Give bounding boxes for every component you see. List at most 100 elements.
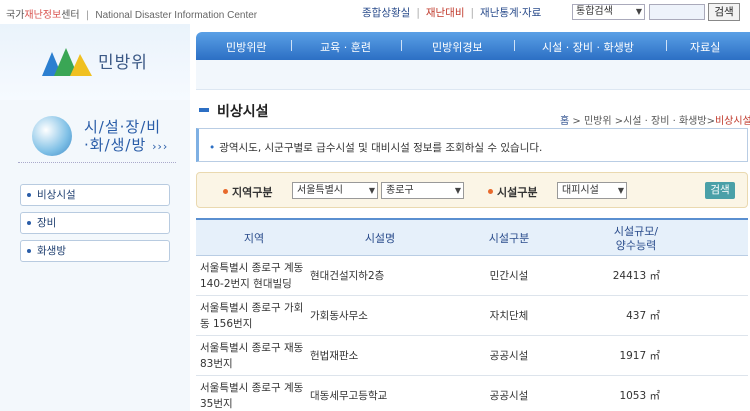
bullet-icon: • bbox=[209, 142, 216, 154]
bullet-icon bbox=[27, 193, 31, 197]
chevron-right-icon: ››› bbox=[152, 140, 169, 153]
cell-region: 서울특별시 종로구 계동 140-2번지 현대빌딩 bbox=[200, 262, 304, 290]
cell-region: 서울특별시 종로구 가회동 156번지 bbox=[200, 302, 304, 330]
side-menu-label: 장비 bbox=[37, 217, 57, 229]
top-bar: 국가재난정보센터 | National Disaster Information… bbox=[0, 0, 750, 24]
breadcrumb: 홈 > 민방위 >시설 · 장비 · 화생방>비상시설 bbox=[560, 112, 750, 127]
main-nav: 민방위란 교육 · 훈련 민방위경보 시설 · 장비 · 화생방 자료실 bbox=[196, 32, 750, 60]
search-input[interactable] bbox=[649, 4, 705, 20]
bullet-icon bbox=[27, 249, 31, 253]
column-header-region: 지역 bbox=[243, 232, 265, 245]
region-district-value: 종로구 bbox=[386, 185, 414, 196]
site-name-separator: | bbox=[85, 10, 90, 21]
side-menu-item-shelters[interactable]: 비상시설 bbox=[20, 184, 170, 206]
nav-divider bbox=[514, 40, 515, 51]
cell-region: 서울특별시 종로구 계동 35번지 bbox=[200, 382, 304, 410]
nav-divider bbox=[291, 40, 292, 51]
site-name-pre: 국가 bbox=[6, 10, 25, 21]
nav-item-alarm[interactable]: 민방위경보 bbox=[432, 39, 483, 55]
site-name-post: 센터 bbox=[61, 10, 80, 21]
bullet-icon bbox=[488, 189, 493, 194]
sub-nav bbox=[196, 60, 750, 90]
table-row[interactable]: 서울특별시 종로구 계동 35번지 대동세무고등학교 공공시설 1053 ㎡ bbox=[196, 376, 748, 411]
cell-name: 대동세무고등학교 bbox=[310, 390, 388, 402]
civil-defense-logo-icon[interactable] bbox=[42, 48, 92, 76]
info-box: • 광역시도, 시군구별로 급수시설 및 대비시설 정보를 조회하실 수 있습니다… bbox=[196, 128, 748, 162]
breadcrumb-path: > 민방위 >시설 · 장비 · 화생방> bbox=[569, 116, 715, 127]
cell-name: 헌법재판소 bbox=[310, 350, 359, 362]
nav-item-training[interactable]: 교육 · 훈련 bbox=[320, 39, 371, 55]
cell-size: 1917 ㎡ bbox=[619, 350, 660, 362]
logo-text: 민방위 bbox=[98, 53, 148, 73]
info-message: 광역시도, 시군구별로 급수시설 및 대비시설 정보를 조회하실 수 있습니다. bbox=[219, 142, 543, 154]
top-link-separator: | bbox=[416, 7, 420, 19]
cell-type: 공공시설 bbox=[489, 390, 529, 402]
cell-size: 24413 ㎡ bbox=[612, 270, 660, 282]
logo-area: 민방위 bbox=[0, 24, 190, 100]
top-link-statistics[interactable]: 재난통계·자료 bbox=[480, 7, 541, 19]
search-filter: 지역구분 서울특별시 ▼ 종로구 ▼ 시설구분 대피시설 ▼ 검색 bbox=[196, 172, 748, 208]
region-province-select[interactable]: 서울특별시 ▼ bbox=[292, 182, 378, 199]
search-scope-select[interactable]: 통합검색 ▼ bbox=[572, 4, 645, 20]
top-link-preparedness[interactable]: 재난대비 bbox=[426, 7, 465, 19]
page-title: 비상시설 bbox=[217, 104, 269, 120]
cell-region: 서울특별시 종로구 재동 83번지 bbox=[200, 342, 304, 370]
cell-name: 가회동사무소 bbox=[310, 310, 368, 322]
table-header: 지역 시설명 시설구분 시설규모/ 양수능력 bbox=[196, 218, 748, 256]
table-row[interactable]: 서울특별시 종로구 계동 140-2번지 현대빌딩 현대건설지하2층 민간시설 … bbox=[196, 256, 748, 296]
facility-type-select[interactable]: 대피시설 ▼ bbox=[557, 182, 627, 199]
cell-size: 437 ㎡ bbox=[626, 310, 660, 322]
nav-divider bbox=[401, 40, 402, 51]
column-header-type: 시설구분 bbox=[488, 232, 530, 245]
banner-divider bbox=[18, 162, 176, 164]
search-scope-value: 통합검색 bbox=[576, 6, 613, 17]
chevron-down-icon: ▼ bbox=[635, 7, 642, 16]
top-links: 종합상황실 | 재난대비 | 재난통계·자료 bbox=[362, 5, 541, 20]
bullet-icon bbox=[27, 221, 31, 225]
info-text: • 광역시도, 시군구별로 급수시설 및 대비시설 정보를 조회하실 수 있습니다… bbox=[209, 140, 542, 155]
region-label: 지역구분 bbox=[223, 184, 272, 200]
side-menu-label: 화생방 bbox=[37, 245, 66, 257]
facility-label: 시설구분 bbox=[488, 184, 537, 200]
top-link-situation-room[interactable]: 종합상황실 bbox=[362, 7, 410, 19]
nav-divider bbox=[666, 40, 667, 51]
bullet-icon bbox=[223, 189, 228, 194]
section-banner-title: 시/설·장/비 ·화/생/방 ››› bbox=[84, 118, 168, 156]
table-row[interactable]: 서울특별시 종로구 가회동 156번지 가회동사무소 자치단체 437 ㎡ bbox=[196, 296, 748, 336]
facility-label-text: 시설구분 bbox=[497, 186, 538, 199]
cell-size: 1053 ㎡ bbox=[619, 390, 660, 402]
title-marker bbox=[199, 108, 209, 112]
section-banner: 시/설·장/비 ·화/생/방 ››› bbox=[14, 110, 178, 176]
column-header-size: 시설규모/ 양수능력 bbox=[613, 225, 659, 252]
nav-item-about[interactable]: 민방위란 bbox=[226, 39, 266, 55]
cell-type: 공공시설 bbox=[489, 350, 529, 362]
chevron-down-icon: ▼ bbox=[368, 186, 375, 195]
site-name-accent: 재난정보 bbox=[24, 10, 62, 21]
banner-line1: 시/설·장/비 bbox=[84, 118, 162, 136]
search-button[interactable]: 검색 bbox=[708, 3, 740, 21]
site-name[interactable]: 국가재난정보센터 | National Disaster Information… bbox=[6, 6, 257, 21]
cell-name: 현대건설지하2층 bbox=[310, 270, 385, 282]
nav-item-archive[interactable]: 자료실 bbox=[690, 39, 720, 55]
cell-type: 민간시설 bbox=[489, 270, 529, 282]
site-name-english: National Disaster Information Center bbox=[95, 10, 258, 21]
region-district-select[interactable]: 종로구 ▼ bbox=[381, 182, 464, 199]
chevron-down-icon: ▼ bbox=[454, 186, 461, 195]
top-link-separator: | bbox=[470, 7, 475, 19]
sidebar: 민방위 시/설·장/비 ·화/생/방 ››› 비상시설 장비 화생방 bbox=[0, 24, 190, 411]
side-menu: 비상시설 장비 화생방 bbox=[20, 184, 170, 268]
breadcrumb-home[interactable]: 홈 bbox=[560, 116, 569, 127]
filter-search-button[interactable]: 검색 bbox=[705, 182, 735, 199]
column-header-name: 시설명 bbox=[364, 232, 396, 245]
side-menu-item-cbr[interactable]: 화생방 bbox=[20, 240, 170, 262]
region-province-value: 서울특별시 bbox=[297, 185, 343, 196]
facility-table: 지역 시설명 시설구분 시설규모/ 양수능력 서울특별시 종로구 계동 140-… bbox=[196, 218, 748, 411]
side-menu-label: 비상시설 bbox=[37, 189, 76, 201]
cell-type: 자치단체 bbox=[489, 310, 529, 322]
banner-line2: ·화/생/방 bbox=[84, 136, 147, 154]
nav-item-facilities[interactable]: 시설 · 장비 · 화생방 bbox=[542, 39, 634, 55]
table-row[interactable]: 서울특별시 종로구 재동 83번지 헌법재판소 공공시설 1917 ㎡ bbox=[196, 336, 748, 376]
facility-type-value: 대피시설 bbox=[562, 185, 599, 196]
breadcrumb-current: 비상시설 bbox=[714, 116, 750, 127]
side-menu-item-equipment[interactable]: 장비 bbox=[20, 212, 170, 234]
